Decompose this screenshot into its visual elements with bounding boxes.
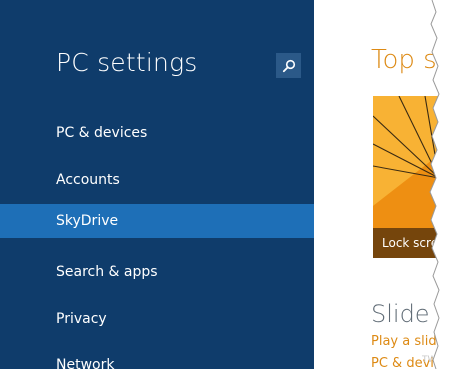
sidebar-item-pc-devices[interactable]: PC & devices	[0, 116, 314, 150]
sidebar-item-skydrive[interactable]: SkyDrive	[0, 204, 314, 238]
sidebar-item-accounts[interactable]: Accounts	[0, 163, 314, 197]
sidebar: PC settings PC & devices Accounts SkyDri…	[0, 0, 314, 373]
sidebar-item-label: SkyDrive	[56, 213, 119, 229]
torn-edge-decoration	[429, 0, 450, 369]
sidebar-item-label: Network	[56, 357, 115, 373]
sidebar-item-label: Search & apps	[56, 264, 158, 280]
sidebar-item-label: PC & devices	[56, 125, 148, 141]
page-title: PC settings	[56, 48, 198, 77]
search-icon	[282, 59, 295, 72]
search-button[interactable]	[276, 53, 301, 78]
sidebar-item-network[interactable]: Network	[0, 348, 314, 382]
sidebar-item-privacy[interactable]: Privacy	[0, 302, 314, 336]
sidebar-item-label: Accounts	[56, 172, 120, 188]
sidebar-item-label: Privacy	[56, 311, 107, 327]
sidebar-item-search-apps[interactable]: Search & apps	[0, 255, 314, 289]
